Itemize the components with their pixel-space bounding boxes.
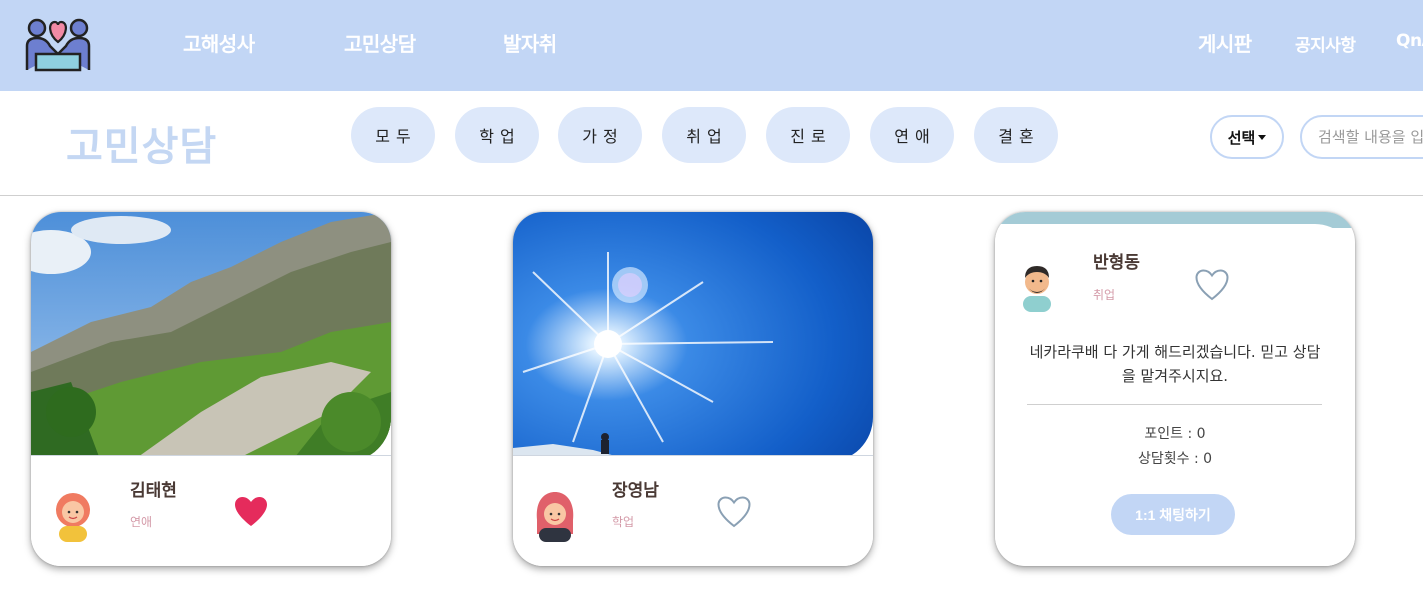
- category-all[interactable]: 모두: [351, 107, 435, 163]
- heart-filled-icon[interactable]: [234, 496, 268, 528]
- filter-select[interactable]: 선택: [1210, 115, 1284, 159]
- nav-link-confession[interactable]: 고해성사: [183, 28, 255, 57]
- counselor-category: 연애: [130, 515, 153, 529]
- mountain-image: [31, 212, 391, 462]
- counselor-name: 김태현: [130, 481, 177, 501]
- card-info: 장영남 학업: [513, 455, 873, 566]
- heart-outline-icon[interactable]: [1195, 269, 1229, 301]
- chevron-down-icon: [1258, 134, 1267, 140]
- nav-link-notice[interactable]: 공지사항: [1295, 31, 1356, 56]
- card-info: 김태현 연애: [31, 455, 391, 566]
- category-love[interactable]: 연애: [870, 107, 954, 163]
- search-input[interactable]: [1300, 115, 1423, 159]
- counselor-card-detail[interactable]: 반형동 취업 네카라쿠배 다 가게 해드리겠습니다. 믿고 상담을 맡겨주시지요…: [995, 212, 1355, 566]
- category-study[interactable]: 학업: [455, 107, 539, 163]
- counselor-card[interactable]: 김태현 연애: [31, 212, 391, 566]
- chat-button[interactable]: 1:1 채팅하기: [1111, 494, 1235, 535]
- counselor-name: 장영남: [612, 481, 659, 501]
- sky-sun-image: [513, 212, 873, 462]
- category-bar: 고민상담 모두 학업 가정 취업 진로 연애 결혼 선택: [0, 91, 1423, 196]
- counselor-name: 반형동: [1093, 253, 1140, 273]
- filter-select-label: 선택: [1227, 128, 1256, 147]
- logo-icon[interactable]: [24, 16, 92, 72]
- counselor-count: 상담횟수 : 0: [1137, 451, 1213, 467]
- counselor-card[interactable]: 장영남 학업: [513, 212, 873, 566]
- category-career[interactable]: 진로: [766, 107, 850, 163]
- nav-link-counseling[interactable]: 고민상담: [344, 28, 416, 57]
- category-family[interactable]: 가정: [558, 107, 642, 163]
- nav-link-footprints[interactable]: 발자취: [503, 28, 557, 57]
- nav-link-qna[interactable]: QnA: [1396, 31, 1423, 51]
- avatar: [1023, 266, 1051, 312]
- category-marriage[interactable]: 결혼: [974, 107, 1058, 163]
- counselor-category: 학업: [612, 515, 635, 529]
- heart-outline-icon[interactable]: [717, 496, 751, 528]
- avatar: [56, 493, 90, 542]
- category-job[interactable]: 취업: [662, 107, 746, 163]
- counselor-intro: 네카라쿠배 다 가게 해드리겠습니다. 믿고 상담을 맡겨주시지요.: [1029, 343, 1321, 385]
- page-title: 고민상담: [66, 124, 218, 170]
- avatar: [536, 492, 574, 542]
- counselor-points: 포인트 : 0: [1144, 426, 1206, 442]
- counselor-category: 취업: [1093, 288, 1116, 302]
- nav-link-board[interactable]: 게시판: [1198, 28, 1252, 57]
- top-nav: 고해성사 고민상담 발자취 게시판 공지사항 QnA: [0, 0, 1423, 91]
- divider: [1027, 404, 1322, 405]
